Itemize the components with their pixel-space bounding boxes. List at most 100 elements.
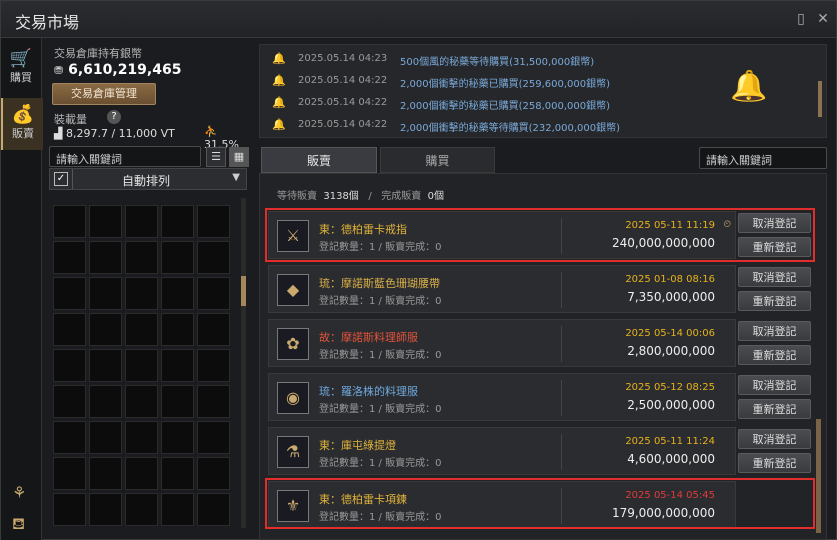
item-name: 東：庫屯綠提燈 <box>319 439 396 452</box>
inventory-slot[interactable] <box>197 457 230 490</box>
inventory-slot[interactable] <box>53 385 86 418</box>
inventory-slot[interactable] <box>197 349 230 382</box>
tab-sell[interactable]: 販賣 <box>261 147 377 173</box>
inventory-slot[interactable] <box>89 277 122 310</box>
item-icon: ⚜ <box>277 490 309 522</box>
warehouse-manage-button[interactable]: 交易倉庫管理 <box>52 83 156 105</box>
relist-button[interactable]: 重新登記 <box>738 291 811 311</box>
inventory-slot[interactable] <box>161 205 194 238</box>
silver-value: ⛃ 6,610,219,465 <box>54 62 182 78</box>
sell-list-item[interactable]: ✿ 故：摩諾斯料理師服 登記數量：1 / 販賣完成：0 2025 05-14 00:0… <box>268 319 736 367</box>
tab-buy[interactable]: 購買 <box>380 147 495 173</box>
item-price: 4,600,000,000 <box>627 452 715 466</box>
inventory-slot[interactable] <box>89 205 122 238</box>
list-view-icon[interactable]: ☰ <box>206 147 226 167</box>
inventory-slot[interactable] <box>197 385 230 418</box>
inventory-slot[interactable] <box>53 493 86 526</box>
inventory-slot[interactable] <box>197 277 230 310</box>
item-price: 2,500,000,000 <box>627 398 715 412</box>
cancel-listing-button[interactable]: 取消登記 <box>738 213 811 233</box>
grid-view-icon[interactable]: ▦ <box>229 147 249 167</box>
inventory-slot[interactable] <box>53 349 86 382</box>
inventory-slot[interactable] <box>89 421 122 454</box>
inventory-slot[interactable] <box>161 313 194 346</box>
inventory-slot[interactable] <box>89 457 122 490</box>
sell-list-item[interactable]: ⚜ 東：德柏雷卡項鍊 登記數量：1 / 販賣完成：0 2025 05-14 05:45… <box>268 481 736 529</box>
inventory-slot[interactable] <box>125 277 158 310</box>
inventory-slot[interactable] <box>53 421 86 454</box>
sort-label: 自動排列 <box>122 174 171 188</box>
inventory-slot[interactable] <box>161 493 194 526</box>
notification-scrollbar[interactable] <box>818 81 822 117</box>
inventory-slot[interactable] <box>197 421 230 454</box>
inventory-slot[interactable] <box>125 457 158 490</box>
inventory-slot[interactable] <box>161 457 194 490</box>
item-date: 2025 01-08 08:16 <box>625 274 715 285</box>
inventory-slot[interactable] <box>125 241 158 274</box>
inventory-slot[interactable] <box>89 349 122 382</box>
relist-button[interactable]: 重新登記 <box>738 399 811 419</box>
inventory-slot[interactable] <box>161 421 194 454</box>
sell-list-item[interactable]: ⚗ 東：庫屯綠提燈 登記數量：1 / 販賣完成：0 2025 05-11 11:24 4… <box>268 427 736 475</box>
tree-icon[interactable]: ⚘ <box>12 483 26 502</box>
sell-list-item[interactable]: ◉ 琉：羅洛株的料理服 登記數量：1 / 販賣完成：0 2025 05-12 08:2… <box>268 373 736 421</box>
inventory-slot[interactable] <box>125 205 158 238</box>
inventory-scrollbar[interactable] <box>241 198 246 528</box>
item-name: 東：德柏雷卡項鍊 <box>319 493 407 506</box>
inventory-slot[interactable] <box>197 241 230 274</box>
item-date: 2025 05-11 11:19 <box>625 220 715 231</box>
inventory-slot[interactable] <box>53 457 86 490</box>
inventory-slot[interactable] <box>53 277 86 310</box>
cancel-listing-button[interactable]: 取消登記 <box>738 429 811 449</box>
market-search-input[interactable]: 請輸入關鍵詞 <box>699 147 827 169</box>
list-scrollbar[interactable] <box>816 419 821 533</box>
inventory-slot[interactable] <box>89 313 122 346</box>
sidebar-item-buy[interactable]: 🛒 購買 <box>1 42 41 94</box>
inventory-slot[interactable] <box>161 241 194 274</box>
inventory-slot[interactable] <box>161 349 194 382</box>
inventory-slot[interactable] <box>89 385 122 418</box>
inventory-slot[interactable] <box>53 241 86 274</box>
inventory-slot[interactable] <box>125 385 158 418</box>
inventory-slot[interactable] <box>125 313 158 346</box>
sell-list-item[interactable]: ⚔ 東：德柏雷卡戒指 登記數量：1 / 販賣完成：0 2025 05-11 11:19… <box>268 211 736 259</box>
inventory-slot[interactable] <box>197 313 230 346</box>
title-bar: 交易市場 ▯ ✕ <box>1 1 836 38</box>
weight-label: 裝載量 <box>54 113 87 126</box>
cancel-listing-button[interactable]: 取消登記 <box>738 267 811 287</box>
scroll-thumb[interactable] <box>241 276 246 306</box>
window-title: 交易市場 <box>15 13 80 32</box>
inventory-slot[interactable] <box>161 385 194 418</box>
inventory-slot[interactable] <box>53 205 86 238</box>
help-icon[interactable]: ? <box>107 110 121 124</box>
item-price: 2,800,000,000 <box>627 344 715 358</box>
cancel-listing-button[interactable]: 取消登記 <box>738 375 811 395</box>
relist-button[interactable]: 重新登記 <box>738 453 811 473</box>
relist-button[interactable]: 重新登記 <box>738 345 811 365</box>
cancel-listing-button[interactable]: 取消登記 <box>738 321 811 341</box>
inventory-slot[interactable] <box>125 493 158 526</box>
inventory-slot[interactable] <box>197 493 230 526</box>
notification-log: 🔔 2025.05.14 04:23 500個風的秘藥等待購買(31,500,000… <box>259 44 827 138</box>
mobile-icon[interactable]: ▯ <box>791 9 811 29</box>
inventory-slot[interactable] <box>161 277 194 310</box>
warehouse-search-input[interactable]: 請輸入關鍵詞 <box>49 146 201 167</box>
relist-button[interactable]: 重新登記 <box>738 237 811 257</box>
bell-icon: 🔔 <box>272 52 286 65</box>
bag-icon[interactable]: ⛾ <box>12 514 25 535</box>
sidebar-item-sell[interactable]: 💰 販賣 <box>1 98 43 150</box>
item-info: 登記數量：1 / 販賣完成：0 <box>319 296 442 307</box>
sort-dropdown[interactable]: ✓ 自動排列 ▼ <box>49 168 247 190</box>
chevron-down-icon: ▼ <box>232 172 240 183</box>
inventory-slot[interactable] <box>89 493 122 526</box>
inventory-slot[interactable] <box>197 205 230 238</box>
inventory-slot[interactable] <box>89 241 122 274</box>
close-icon[interactable]: ✕ <box>813 9 833 29</box>
sell-list-item[interactable]: ◆ 琉：摩諾斯藍色珊瑚腰帶 登記數量：1 / 販賣完成：0 2025 01-08 08… <box>268 265 736 313</box>
inventory-slot[interactable] <box>125 349 158 382</box>
auto-sort-checkbox[interactable]: ✓ <box>54 172 68 186</box>
inventory-slot[interactable] <box>53 313 86 346</box>
bell-icon: 🔔 <box>272 118 286 131</box>
silver-label: 交易倉庫持有銀幣 <box>54 47 142 60</box>
inventory-slot[interactable] <box>125 421 158 454</box>
